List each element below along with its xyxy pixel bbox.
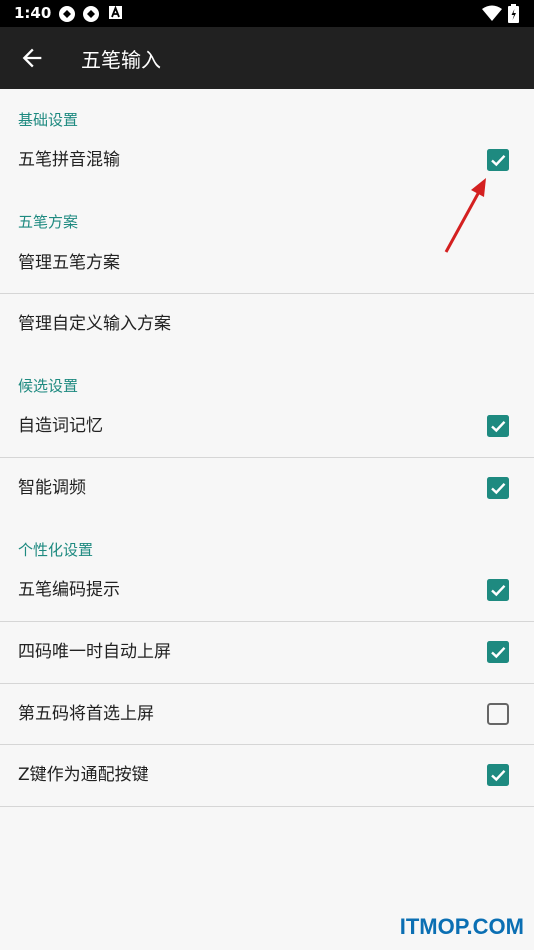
setting-manage-wubi-scheme[interactable]: 管理五笔方案 bbox=[0, 233, 534, 293]
setting-manage-custom-scheme[interactable]: 管理自定义输入方案 bbox=[0, 294, 534, 354]
app-icon bbox=[83, 6, 99, 22]
setting-label: 管理五笔方案 bbox=[18, 253, 120, 273]
a-icon bbox=[109, 5, 122, 19]
watermark: ITMOP.COM bbox=[399, 914, 524, 939]
section-basic-settings: 基础设置 bbox=[18, 111, 79, 129]
status-bar: 1:40 bbox=[0, 0, 534, 27]
setting-label: 管理自定义输入方案 bbox=[18, 314, 171, 334]
setting-label: 第五码将首选上屏 bbox=[18, 704, 154, 724]
page-title: 五笔输入 bbox=[81, 48, 161, 72]
setting-label: 五笔编码提示 bbox=[18, 580, 120, 600]
setting-z-key-wildcard[interactable]: Z键作为通配按键 bbox=[0, 745, 534, 805]
setting-label: Z键作为通配按键 bbox=[18, 765, 149, 785]
checkbox-checked[interactable] bbox=[487, 641, 509, 663]
checkbox-checked[interactable] bbox=[487, 149, 509, 171]
divider bbox=[0, 806, 534, 807]
setting-self-word-memory[interactable]: 自造词记忆 bbox=[0, 396, 534, 456]
setting-fifth-code-first[interactable]: 第五码将首选上屏 bbox=[0, 684, 534, 744]
app-bar: 五笔输入 bbox=[0, 27, 534, 89]
arrow-back-icon[interactable] bbox=[18, 44, 46, 72]
checkbox-checked[interactable] bbox=[487, 415, 509, 437]
checkbox-unchecked[interactable] bbox=[487, 703, 509, 725]
wifi-icon bbox=[482, 5, 502, 21]
checkbox-checked[interactable] bbox=[487, 764, 509, 786]
section-wubi-scheme: 五笔方案 bbox=[18, 213, 79, 231]
setting-wubi-code-hint[interactable]: 五笔编码提示 bbox=[0, 560, 534, 620]
section-personal-settings: 个性化设置 bbox=[18, 541, 94, 559]
setting-label: 自造词记忆 bbox=[18, 416, 103, 436]
setting-label: 五笔拼音混输 bbox=[18, 150, 120, 170]
battery-icon bbox=[508, 4, 519, 23]
checkbox-checked[interactable] bbox=[487, 579, 509, 601]
checkbox-checked[interactable] bbox=[487, 477, 509, 499]
setting-four-code-unique[interactable]: 四码唯一时自动上屏 bbox=[0, 622, 534, 682]
status-time: 1:40 bbox=[14, 4, 52, 22]
setting-label: 智能调频 bbox=[18, 478, 86, 498]
section-candidate-settings: 候选设置 bbox=[18, 377, 79, 395]
app-icon bbox=[59, 6, 75, 22]
setting-label: 四码唯一时自动上屏 bbox=[18, 642, 171, 662]
setting-smart-frequency[interactable]: 智能调频 bbox=[0, 458, 534, 518]
